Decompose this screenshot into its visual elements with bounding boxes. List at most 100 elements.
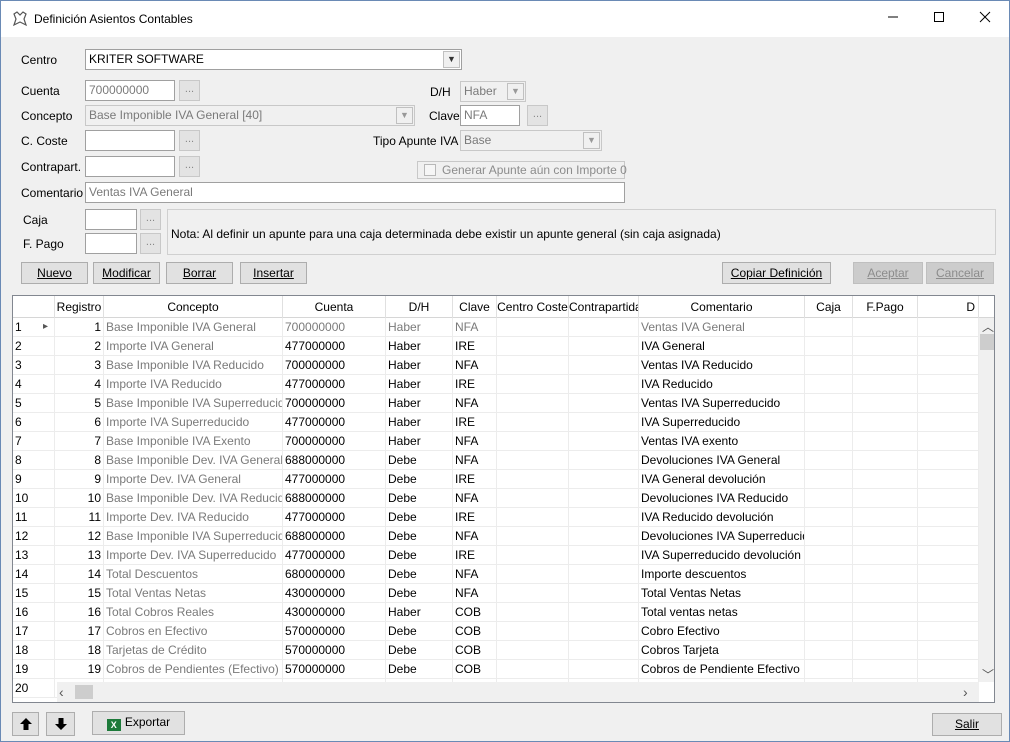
cell-concepto[interactable]: Total Descuentos [104,565,283,584]
cell-d[interactable] [918,394,979,413]
cell-registro[interactable]: 12 [55,527,104,546]
fpago-lookup-button[interactable]: ... [140,233,161,254]
cell-dh[interactable]: Haber [386,356,453,375]
cuenta-field[interactable]: 700000000 [85,80,175,101]
cell-contrapartida[interactable] [569,337,639,356]
cell-caja[interactable] [805,622,853,641]
cell-contrapartida[interactable] [569,565,639,584]
cell-centro-coste[interactable] [497,489,569,508]
cell-d[interactable] [918,584,979,603]
cell-concepto[interactable]: Importe Dev. IVA Superreducido [104,546,283,565]
cell-centro-coste[interactable] [497,413,569,432]
cell-cuenta[interactable]: 688000000 [283,527,386,546]
asientos-grid[interactable]: Registro Concepto Cuenta D/H Clave Centr… [12,295,995,703]
cell-caja[interactable] [805,584,853,603]
table-row[interactable]: 10 10 Base Imponible Dev. IVA Reducido 6880… [13,489,979,508]
cell-fpago[interactable] [853,432,918,451]
cell-cuenta[interactable]: 570000000 [283,641,386,660]
cell-fpago[interactable] [853,660,918,679]
cell-centro-coste[interactable] [497,565,569,584]
cell-centro-coste[interactable] [497,470,569,489]
salir-button[interactable]: Salir [932,713,1002,736]
cell-concepto[interactable]: Base Imponible Dev. IVA General [104,451,283,470]
cell-fpago[interactable] [853,413,918,432]
cell-clave[interactable]: NFA [453,584,497,603]
cell-rowno[interactable]: 1 [13,318,55,337]
cell-cuenta[interactable]: 680000000 [283,565,386,584]
cell-centro-coste[interactable] [497,641,569,660]
cell-fpago[interactable] [853,584,918,603]
modificar-button[interactable]: Modificar [93,262,160,284]
cell-cuenta[interactable]: 430000000 [283,584,386,603]
cell-contrapartida[interactable] [569,318,639,337]
contrapart-lookup-button[interactable]: ... [179,156,200,177]
cell-dh[interactable]: Haber [386,318,453,337]
cell-d[interactable] [918,451,979,470]
cell-clave[interactable]: NFA [453,527,497,546]
cell-registro[interactable]: 14 [55,565,104,584]
cell-d[interactable] [918,337,979,356]
cell-centro-coste[interactable] [497,584,569,603]
cell-concepto[interactable]: Cobros de Pendientes (Efectivo) [104,660,283,679]
cell-concepto[interactable]: Cobros en Efectivo [104,622,283,641]
tipo-apunte-select[interactable]: Base ▼ [460,130,602,151]
cell-rowno[interactable]: 16 [13,603,55,622]
cell-dh[interactable]: Haber [386,603,453,622]
table-row[interactable]: 18 18 Tarjetas de Crédito 570000000 Debe COB C… [13,641,979,660]
cell-clave[interactable]: IRE [453,470,497,489]
table-row[interactable]: 7 7 Base Imponible IVA Exento 700000000 Habe… [13,432,979,451]
cell-contrapartida[interactable] [569,546,639,565]
table-row[interactable]: 15 15 Total Ventas Netas 430000000 Debe NFA To… [13,584,979,603]
cell-caja[interactable] [805,432,853,451]
ccoste-lookup-button[interactable]: ... [179,130,200,151]
cell-clave[interactable]: IRE [453,546,497,565]
cell-centro-coste[interactable] [497,622,569,641]
table-row[interactable]: 8 8 Base Imponible Dev. IVA General 6880000… [13,451,979,470]
cell-comentario[interactable]: IVA Reducido devolución [639,508,805,527]
cell-registro[interactable]: 8 [55,451,104,470]
cell-fpago[interactable] [853,641,918,660]
header-contrapartida[interactable]: Contrapartida [569,296,639,318]
table-row[interactable]: 16 16 Total Cobros Reales 430000000 Haber COB… [13,603,979,622]
cell-caja[interactable] [805,527,853,546]
cell-cuenta[interactable]: 477000000 [283,337,386,356]
cell-fpago[interactable] [853,451,918,470]
cell-centro-coste[interactable] [497,451,569,470]
cell-caja[interactable] [805,565,853,584]
cell-registro[interactable]: 4 [55,375,104,394]
cell-d[interactable] [918,356,979,375]
cell-rowno[interactable]: 14 [13,565,55,584]
header-caja[interactable]: Caja [805,296,853,318]
cell-caja[interactable] [805,546,853,565]
cell-caja[interactable] [805,660,853,679]
cell-centro-coste[interactable] [497,375,569,394]
cell-caja[interactable] [805,356,853,375]
cell-registro[interactable]: 5 [55,394,104,413]
clave-lookup-button[interactable]: ... [527,105,548,126]
cell-centro-coste[interactable] [497,394,569,413]
cell-comentario[interactable]: Devoluciones IVA General [639,451,805,470]
cell-dh[interactable]: Debe [386,508,453,527]
table-row[interactable]: 11 11 Importe Dev. IVA Reducido 477000000 De… [13,508,979,527]
cell-fpago[interactable] [853,508,918,527]
cell-contrapartida[interactable] [569,356,639,375]
cell-d[interactable] [918,527,979,546]
cell-dh[interactable]: Debe [386,470,453,489]
cell-fpago[interactable] [853,394,918,413]
cell-contrapartida[interactable] [569,432,639,451]
cell-caja[interactable] [805,641,853,660]
table-row[interactable]: 17 17 Cobros en Efectivo 570000000 Debe COB Co… [13,622,979,641]
cell-centro-coste[interactable] [497,356,569,375]
cell-clave[interactable]: NFA [453,451,497,470]
cell-centro-coste[interactable] [497,508,569,527]
cell-dh[interactable]: Haber [386,337,453,356]
cell-cuenta[interactable]: 700000000 [283,356,386,375]
cell-contrapartida[interactable] [569,375,639,394]
scroll-up-icon[interactable]: ︿ [982,318,994,335]
cell-dh[interactable]: Debe [386,451,453,470]
cell-dh[interactable]: Debe [386,660,453,679]
cell-comentario[interactable]: IVA General devolución [639,470,805,489]
cell-comentario[interactable]: Total ventas netas [639,603,805,622]
cell-fpago[interactable] [853,470,918,489]
cell-clave[interactable]: NFA [453,356,497,375]
